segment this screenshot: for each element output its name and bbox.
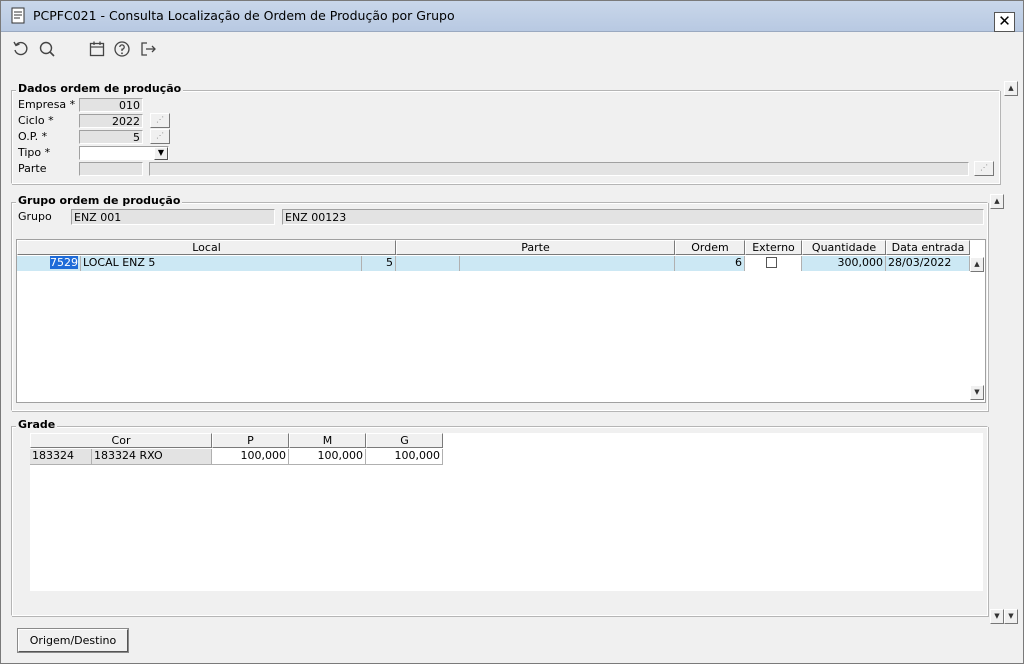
data-entrada-column-header[interactable]: Data entrada — [886, 240, 970, 255]
ordem-column-header[interactable]: Ordem — [675, 240, 745, 255]
ciclo-label: Ciclo * — [18, 114, 54, 127]
parte-label: Parte — [18, 162, 47, 175]
grupo-ordem-group: Grupo ordem de produção Grupo ENZ 001 EN… — [11, 194, 988, 411]
close-icon: ✕ — [998, 12, 1011, 30]
m-cell[interactable]: 100,000 — [289, 449, 366, 464]
grade-title: Grade — [16, 418, 58, 431]
parte-description-cell[interactable] — [460, 256, 675, 271]
externo-checkbox[interactable] — [766, 257, 777, 268]
application-window: PCPFC021 - Consulta Localização de Ordem… — [0, 0, 1024, 664]
calendar-icon[interactable] — [88, 40, 106, 58]
document-icon — [11, 7, 26, 24]
table-scroll-up-icon[interactable]: ▲ — [970, 257, 984, 272]
p-cell[interactable]: 100,000 — [212, 449, 289, 464]
parte-code-cell[interactable] — [396, 256, 460, 271]
search-icon[interactable] — [38, 40, 56, 58]
grupo-code-field: ENZ 001 — [71, 209, 275, 225]
empresa-label: Empresa * — [18, 98, 76, 111]
ordem-cell[interactable]: 6 — [675, 256, 745, 271]
p-column-header[interactable]: P — [212, 433, 289, 448]
grupo-label: Grupo — [18, 210, 52, 223]
table-row[interactable]: 7529 LOCAL ENZ 5 5 6 300,000 28/03/2022 — [17, 256, 970, 271]
ciclo-lookup-button[interactable]: ⋰ — [150, 113, 170, 128]
cor-column-header[interactable]: Cor — [30, 433, 212, 448]
scroll-up-icon[interactable]: ▲ — [1004, 81, 1018, 96]
parte-description-field — [149, 162, 969, 176]
refresh-icon[interactable] — [12, 40, 30, 58]
close-button[interactable]: ✕ — [994, 12, 1015, 32]
scroll-down-icon[interactable]: ▼ — [1004, 609, 1018, 624]
local-number-cell[interactable]: 5 — [362, 256, 396, 271]
externo-cell — [745, 256, 802, 271]
grupo-ordem-title: Grupo ordem de produção — [16, 194, 183, 207]
m-column-header[interactable]: M — [289, 433, 366, 448]
grupo-description-field: ENZ 00123 — [282, 209, 984, 225]
grade-group: Grade Cor P M G 183324 183324 RXO 100,00… — [11, 418, 988, 616]
tipo-label: Tipo * — [18, 146, 51, 159]
ciclo-field[interactable]: 2022 — [79, 114, 143, 128]
dados-ordem-group: Dados ordem de produção Empresa * 010 Ci… — [11, 82, 1000, 184]
cor-code-cell[interactable]: 183324 — [30, 449, 92, 464]
toolbar — [1, 32, 1023, 65]
quantidade-cell[interactable]: 300,000 — [802, 256, 886, 271]
grade-table: Cor P M G 183324 183324 RXO 100,000 100,… — [30, 433, 983, 591]
exit-icon[interactable] — [139, 40, 157, 58]
parte-column-header[interactable]: Parte — [396, 240, 675, 255]
origem-destino-button[interactable]: Origem/Destino — [17, 628, 129, 653]
empresa-field[interactable]: 010 — [79, 98, 143, 112]
data-entrada-cell[interactable]: 28/03/2022 — [886, 256, 970, 271]
window-title: PCPFC021 - Consulta Localização de Ordem… — [33, 8, 455, 23]
g-column-header[interactable]: G — [366, 433, 443, 448]
help-icon[interactable] — [113, 40, 131, 58]
local-name-cell[interactable]: LOCAL ENZ 5 — [81, 256, 362, 271]
table-scroll-down-icon[interactable]: ▼ — [970, 385, 984, 400]
externo-column-header[interactable]: Externo — [745, 240, 802, 255]
dados-ordem-title: Dados ordem de produção — [16, 82, 184, 95]
title-bar: PCPFC021 - Consulta Localização de Ordem… — [1, 1, 1023, 32]
op-field[interactable]: 5 — [79, 130, 143, 144]
parte-lookup-button[interactable]: ⋰ — [974, 161, 994, 176]
local-table: Local Parte Ordem Externo Quantidade Dat… — [16, 239, 986, 403]
quantidade-column-header[interactable]: Quantidade — [802, 240, 886, 255]
op-label: O.P. * — [18, 130, 48, 143]
local-column-header[interactable]: Local — [17, 240, 396, 255]
table-row[interactable]: 183324 183324 RXO 100,000 100,000 100,00… — [30, 449, 443, 465]
local-code-cell[interactable]: 7529 — [17, 256, 81, 271]
op-lookup-button[interactable]: ⋰ — [150, 129, 170, 144]
cor-description-cell[interactable]: 183324 RXO — [92, 449, 212, 464]
g-cell[interactable]: 100,000 — [366, 449, 443, 464]
chevron-down-icon[interactable]: ▼ — [154, 147, 168, 160]
parte-field[interactable] — [79, 162, 143, 176]
section-scroll-up-icon[interactable]: ▲ — [990, 194, 1004, 209]
section-scroll-down-icon[interactable]: ▼ — [990, 609, 1004, 624]
